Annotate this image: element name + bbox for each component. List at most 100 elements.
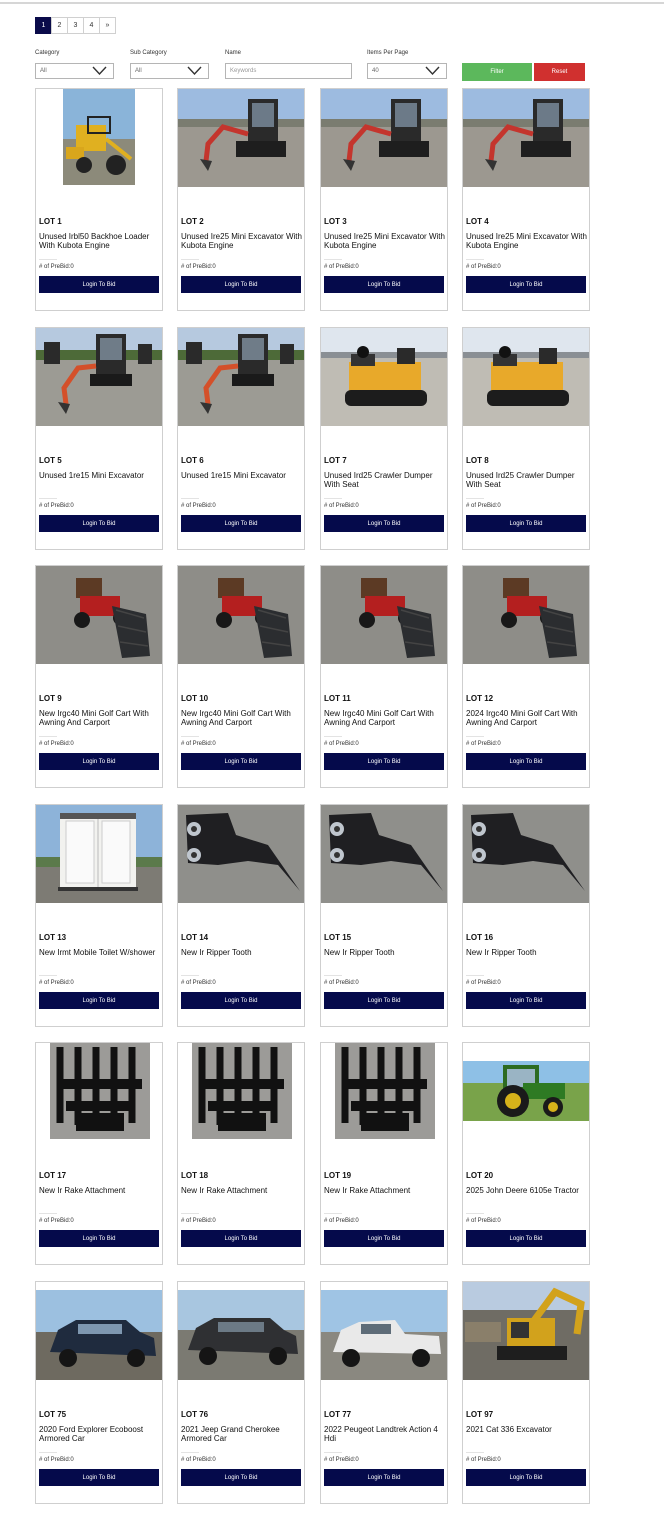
login-to-bid-button[interactable]: Login To Bid — [324, 515, 444, 532]
lot-card[interactable]: LOT 16 New Ir Ripper Tooth # of PreBid:0 Lo… — [462, 804, 590, 1027]
login-to-bid-button[interactable]: Login To Bid — [466, 1230, 586, 1247]
lot-card[interactable]: LOT 13 New Irmt Mobile Toilet W/shower # o… — [35, 804, 163, 1027]
lot-card[interactable]: LOT 7 Unused Ird25 Crawler Dumper With Se… — [320, 327, 448, 550]
lot-card[interactable]: LOT 3 Unused Ire25 Mini Excavator With Ku… — [320, 88, 448, 311]
lot-title[interactable]: Unused 1re15 Mini Excavator — [181, 471, 303, 480]
lot-title[interactable]: New Irgc40 Mini Golf Cart With Awning An… — [181, 709, 303, 727]
lot-title[interactable]: Unused Ire25 Mini Excavator With Kubota … — [181, 232, 303, 250]
login-to-bid-button[interactable]: Login To Bid — [181, 992, 301, 1009]
lot-card[interactable]: LOT 11 New Irgc40 Mini Golf Cart With Awn… — [320, 565, 448, 788]
tractor-photo[interactable] — [463, 1043, 589, 1141]
login-to-bid-button[interactable]: Login To Bid — [181, 515, 301, 532]
lot-card[interactable]: LOT 5 Unused 1re15 Mini Excavator # of Pre… — [35, 327, 163, 550]
lot-title[interactable]: 2021 Cat 336 Excavator — [466, 1425, 588, 1434]
filter-button[interactable]: Filter — [462, 63, 532, 81]
lot-title[interactable]: 2020 Ford Explorer Ecoboost Armored Car — [39, 1425, 161, 1443]
page-3-link[interactable]: 3 — [67, 17, 84, 34]
lot-title[interactable]: New Ir Rake Attachment — [181, 1186, 303, 1195]
lot-title[interactable]: New Ir Rake Attachment — [324, 1186, 446, 1195]
lot-card[interactable]: LOT 19 New Ir Rake Attachment # of PreBid:… — [320, 1042, 448, 1265]
lot-title[interactable]: 2022 Peugeot Landtrek Action 4 Hdi — [324, 1425, 446, 1443]
lot-title[interactable]: Unused 1re15 Mini Excavator — [39, 471, 161, 480]
golf-cart-photo[interactable] — [36, 566, 162, 664]
login-to-bid-button[interactable]: Login To Bid — [324, 753, 444, 770]
toilet-photo[interactable] — [36, 805, 162, 903]
ripper-photo[interactable] — [178, 805, 304, 903]
rake-photo[interactable] — [178, 1043, 304, 1141]
login-to-bid-button[interactable]: Login To Bid — [181, 276, 301, 293]
lot-title[interactable]: New Irgc40 Mini Golf Cart With Awning An… — [324, 709, 446, 727]
login-to-bid-button[interactable]: Login To Bid — [181, 1469, 301, 1486]
page-4-link[interactable]: 4 — [83, 17, 100, 34]
lot-card[interactable]: LOT 2 Unused Ire25 Mini Excavator With Ku… — [177, 88, 305, 311]
small-excavator-photo[interactable] — [36, 328, 162, 426]
lot-card[interactable]: LOT 12 2024 Irgc40 Mini Golf Cart With Aw… — [462, 565, 590, 788]
mini-excavator-photo[interactable] — [178, 89, 304, 187]
next-page-link[interactable]: » — [99, 17, 116, 34]
lot-title[interactable]: Unused Irbl50 Backhoe Loader With Kubota… — [39, 232, 161, 250]
login-to-bid-button[interactable]: Login To Bid — [181, 1230, 301, 1247]
loader-photo[interactable] — [36, 89, 162, 187]
lot-title[interactable]: New Ir Rake Attachment — [39, 1186, 161, 1195]
lot-card[interactable]: LOT 77 2022 Peugeot Landtrek Action 4 Hdi… — [320, 1281, 448, 1504]
lot-title[interactable]: New Ir Ripper Tooth — [466, 948, 588, 957]
lot-title[interactable]: New Irmt Mobile Toilet W/shower — [39, 948, 161, 957]
lot-card[interactable]: LOT 20 2025 John Deere 6105e Tractor # of … — [462, 1042, 590, 1265]
pickup-photo[interactable] — [321, 1282, 447, 1380]
ripper-photo[interactable] — [321, 805, 447, 903]
lot-card[interactable]: LOT 75 2020 Ford Explorer Ecoboost Armore… — [35, 1281, 163, 1504]
login-to-bid-button[interactable]: Login To Bid — [466, 276, 586, 293]
lot-title[interactable]: Unused Ire25 Mini Excavator With Kubota … — [466, 232, 588, 250]
lot-card[interactable]: LOT 14 New Ir Ripper Tooth # of PreBid:0 Lo… — [177, 804, 305, 1027]
lot-card[interactable]: LOT 9 New Irgc40 Mini Golf Cart With Awni… — [35, 565, 163, 788]
suv-photo[interactable] — [36, 1282, 162, 1380]
lot-card[interactable]: LOT 76 2021 Jeep Grand Cherokee Armored C… — [177, 1281, 305, 1504]
login-to-bid-button[interactable]: Login To Bid — [466, 753, 586, 770]
rake-photo[interactable] — [36, 1043, 162, 1141]
reset-button[interactable]: Reset — [534, 63, 585, 81]
lot-card[interactable]: LOT 10 New Irgc40 Mini Golf Cart With Awn… — [177, 565, 305, 788]
jeep-photo[interactable] — [178, 1282, 304, 1380]
mini-excavator-photo[interactable] — [321, 89, 447, 187]
golf-cart-photo[interactable] — [178, 566, 304, 664]
login-to-bid-button[interactable]: Login To Bid — [324, 276, 444, 293]
rake-photo[interactable] — [321, 1043, 447, 1141]
lot-title[interactable]: 2021 Jeep Grand Cherokee Armored Car — [181, 1425, 303, 1443]
lot-title[interactable]: Unused Ird25 Crawler Dumper With Seat — [324, 471, 446, 489]
golf-cart-photo[interactable] — [321, 566, 447, 664]
lot-card[interactable]: LOT 6 Unused 1re15 Mini Excavator # of Pre… — [177, 327, 305, 550]
lot-title[interactable]: New Ir Ripper Tooth — [324, 948, 446, 957]
lot-title[interactable]: New Ir Ripper Tooth — [181, 948, 303, 957]
lot-card[interactable]: LOT 15 New Ir Ripper Tooth # of PreBid:0 Lo… — [320, 804, 448, 1027]
login-to-bid-button[interactable]: Login To Bid — [39, 1469, 159, 1486]
small-excavator-photo[interactable] — [178, 328, 304, 426]
mini-excavator-photo[interactable] — [463, 89, 589, 187]
login-to-bid-button[interactable]: Login To Bid — [39, 753, 159, 770]
lot-card[interactable]: LOT 18 New Ir Rake Attachment # of PreBid:… — [177, 1042, 305, 1265]
lot-card[interactable]: LOT 1 Unused Irbl50 Backhoe Loader With K… — [35, 88, 163, 311]
ripper-photo[interactable] — [463, 805, 589, 903]
golf-cart-photo[interactable] — [463, 566, 589, 664]
login-to-bid-button[interactable]: Login To Bid — [466, 515, 586, 532]
lot-title[interactable]: Unused Ire25 Mini Excavator With Kubota … — [324, 232, 446, 250]
login-to-bid-button[interactable]: Login To Bid — [39, 515, 159, 532]
items-per-page-select[interactable]: 40 — [367, 63, 447, 79]
login-to-bid-button[interactable]: Login To Bid — [39, 276, 159, 293]
lot-card[interactable]: LOT 97 2021 Cat 336 Excavator # of PreBid:… — [462, 1281, 590, 1504]
crawler-dumper-photo[interactable] — [321, 328, 447, 426]
lot-title[interactable]: 2024 Irgc40 Mini Golf Cart With Awning A… — [466, 709, 588, 727]
lot-title[interactable]: Unused Ird25 Crawler Dumper With Seat — [466, 471, 588, 489]
lot-card[interactable]: LOT 17 New Ir Rake Attachment # of PreBid:… — [35, 1042, 163, 1265]
login-to-bid-button[interactable]: Login To Bid — [181, 753, 301, 770]
login-to-bid-button[interactable]: Login To Bid — [466, 992, 586, 1009]
excavator-photo[interactable] — [463, 1282, 589, 1380]
page-1-link[interactable]: 1 — [35, 17, 52, 34]
login-to-bid-button[interactable]: Login To Bid — [324, 1469, 444, 1486]
category-select[interactable]: All — [35, 63, 114, 79]
lot-card[interactable]: LOT 8 Unused Ird25 Crawler Dumper With Se… — [462, 327, 590, 550]
login-to-bid-button[interactable]: Login To Bid — [39, 1230, 159, 1247]
lot-title[interactable]: 2025 John Deere 6105e Tractor — [466, 1186, 588, 1195]
name-search-input[interactable]: Keywords — [225, 63, 352, 79]
login-to-bid-button[interactable]: Login To Bid — [39, 992, 159, 1009]
login-to-bid-button[interactable]: Login To Bid — [466, 1469, 586, 1486]
